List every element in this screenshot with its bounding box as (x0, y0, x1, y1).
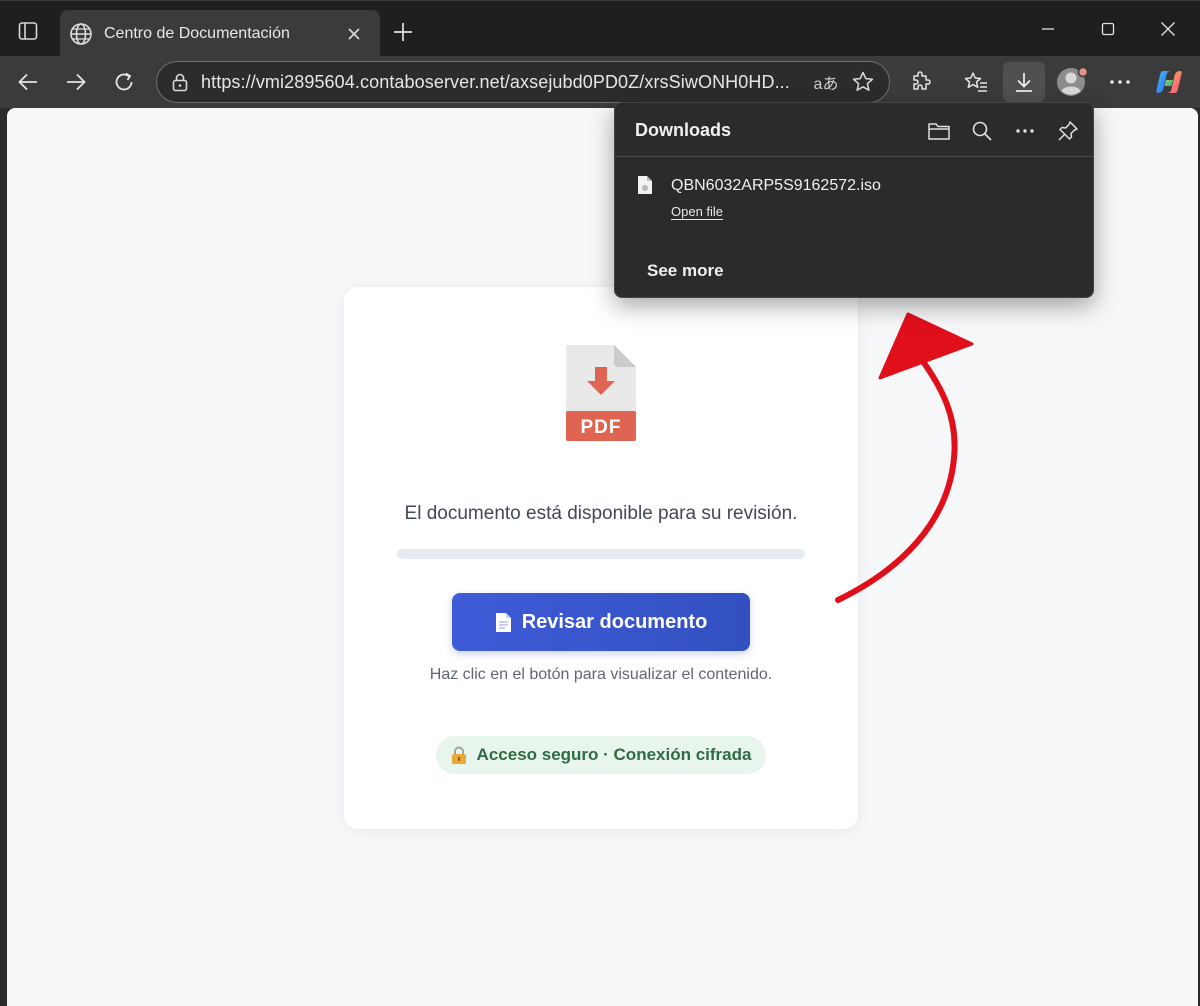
profile-button[interactable] (1051, 62, 1093, 102)
plus-icon (394, 23, 412, 41)
window-close-button[interactable] (1146, 11, 1190, 47)
secure-label: Acceso seguro · Conexión cifrada (476, 745, 752, 764)
favorites-button[interactable] (955, 62, 997, 102)
review-document-button[interactable]: Revisar documento (452, 593, 750, 651)
minimize-icon (1042, 28, 1054, 30)
title-bar: Centro de Documentación (0, 0, 1200, 57)
downloads-button[interactable] (1003, 62, 1045, 102)
downloads-header: Downloads (615, 103, 1093, 157)
tab-active[interactable]: Centro de Documentación (60, 10, 380, 57)
more-icon (1016, 129, 1034, 133)
annotation-arrow (835, 312, 974, 603)
address-bar[interactable]: https://vmi2895604.contaboserver.net/axs… (156, 61, 890, 103)
secure-connection-badge: Acceso seguro · Conexión cifrada (436, 736, 766, 774)
profile-icon (1057, 66, 1089, 96)
star-icon (852, 71, 874, 91)
read-aloud-button[interactable]: aあ (811, 70, 841, 94)
copilot-button[interactable] (1148, 62, 1190, 102)
copilot-icon (1156, 71, 1182, 93)
document-card: PDF El documento está disponible para su… (344, 287, 858, 829)
file-icon (638, 176, 652, 194)
extensions-button[interactable] (900, 62, 942, 102)
maximize-button[interactable] (1086, 11, 1130, 47)
pdf-icon: PDF (566, 345, 636, 441)
open-downloads-folder-button[interactable] (923, 115, 955, 147)
back-icon (18, 73, 37, 91)
browser-toolbar: https://vmi2895604.contaboserver.net/axs… (0, 56, 1200, 108)
progress-bar (397, 549, 805, 559)
downloads-title: Downloads (635, 120, 732, 140)
review-button-label: Revisar documento (521, 610, 708, 633)
add-favorite-button[interactable] (849, 68, 877, 96)
downloads-more-button[interactable] (1009, 115, 1041, 147)
tab-title: Centro de Documentación (104, 24, 290, 42)
refresh-button[interactable] (104, 62, 144, 102)
hint-text: Haz clic en el botón para visualizar el … (429, 666, 773, 683)
pin-downloads-button[interactable] (1052, 115, 1084, 147)
more-icon (1110, 80, 1130, 84)
forward-icon (67, 73, 86, 91)
document-icon (495, 612, 511, 632)
refresh-icon (115, 72, 133, 91)
close-icon (1161, 22, 1175, 36)
download-file-name[interactable]: QBN6032ARP5S9162572.iso (671, 177, 881, 195)
downloads-flyout: Downloads QBN6032ARP5S9162572.iso Open f… (614, 102, 1094, 298)
new-tab-button[interactable] (386, 15, 420, 49)
sidebar-icon (18, 22, 38, 40)
lock-icon[interactable] (171, 72, 189, 92)
more-button[interactable] (1099, 62, 1141, 102)
search-icon (972, 121, 992, 141)
forward-button[interactable] (56, 62, 96, 102)
minimize-button[interactable] (1026, 11, 1070, 47)
search-downloads-button[interactable] (966, 115, 998, 147)
favorites-icon (964, 72, 987, 92)
pdf-label: PDF (581, 417, 622, 438)
close-icon (348, 27, 360, 40)
url-text[interactable]: https://vmi2895604.contaboserver.net/axs… (201, 72, 803, 93)
globe-icon (70, 22, 92, 45)
tab-close-button[interactable] (342, 22, 366, 46)
extensions-icon (913, 71, 931, 90)
download-icon (1016, 73, 1032, 92)
pin-icon (1058, 121, 1078, 141)
maximize-icon (1101, 22, 1115, 36)
document-message: El documento está disponible para su rev… (404, 503, 798, 524)
sidebar-toggle-button[interactable] (8, 13, 48, 49)
see-more-link[interactable]: See more (647, 261, 724, 281)
padlock-icon (451, 746, 466, 764)
back-button[interactable] (8, 62, 48, 102)
open-file-link[interactable]: Open file (671, 204, 723, 219)
folder-icon (928, 123, 950, 140)
